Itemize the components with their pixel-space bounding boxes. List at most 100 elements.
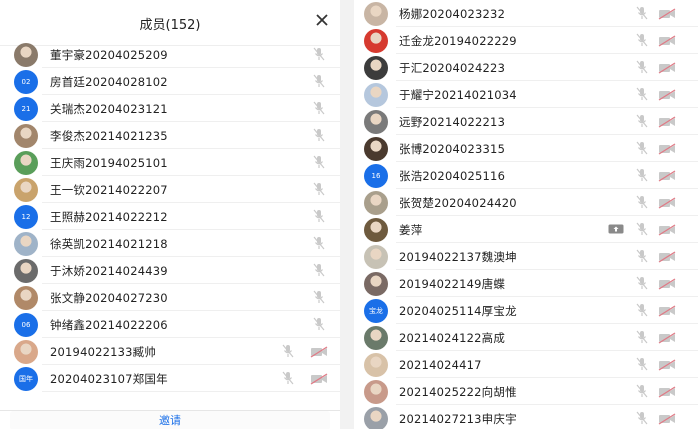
mic-muted-icon[interactable]	[636, 384, 648, 398]
mic-muted-icon[interactable]	[636, 303, 648, 317]
camera-off-icon[interactable]	[658, 413, 676, 425]
camera-off-icon[interactable]	[658, 116, 676, 128]
member-row[interactable]: 12 王照赫20214022212	[0, 203, 340, 230]
mic-muted-icon[interactable]	[282, 344, 294, 358]
member-row[interactable]: 20214027213申庆宇	[354, 405, 698, 429]
member-row[interactable]: 16 张浩20204025116	[354, 162, 698, 189]
avatar	[364, 352, 388, 377]
member-name: 20214027213申庆宇	[399, 411, 517, 426]
member-row[interactable]: 徐英凯20214021218	[0, 230, 340, 257]
member-name: 李俊杰20214021235	[50, 128, 168, 143]
camera-off-icon[interactable]	[658, 62, 676, 74]
camera-off-icon[interactable]	[658, 8, 676, 20]
member-row[interactable]: 董宇豪20204025209	[0, 41, 340, 68]
member-row[interactable]: 张文静20204027230	[0, 284, 340, 311]
camera-off-icon[interactable]	[658, 197, 676, 209]
member-row[interactable]: 迁金龙20194022229	[354, 27, 698, 54]
camera-off-icon[interactable]	[658, 170, 676, 182]
camera-off-icon[interactable]	[658, 359, 676, 371]
member-row[interactable]: 20214025222向胡惟	[354, 378, 698, 405]
mic-muted-icon[interactable]	[313, 128, 325, 142]
mic-muted-icon[interactable]	[636, 330, 648, 344]
mic-muted-icon[interactable]	[313, 155, 325, 169]
member-row[interactable]: 06 钟绪鑫20214022206	[0, 311, 340, 338]
mic-muted-icon[interactable]	[636, 168, 648, 182]
member-name: 于汇20204024223	[399, 60, 506, 75]
member-name: 董宇豪20204025209	[50, 47, 168, 62]
member-row[interactable]: 于耀宁20214021034	[354, 81, 698, 108]
member-row[interactable]: 20194022133臧帅	[0, 338, 340, 365]
member-row[interactable]: 王庆雨20194025101	[0, 149, 340, 176]
avatar-badge: 12	[14, 204, 38, 229]
mic-muted-icon[interactable]	[313, 74, 325, 88]
camera-off-icon[interactable]	[658, 224, 676, 236]
member-name: 迁金龙20194022229	[399, 33, 517, 48]
avatar	[14, 123, 38, 148]
mic-muted-icon[interactable]	[636, 6, 648, 20]
mic-muted-icon[interactable]	[636, 114, 648, 128]
mic-muted-icon[interactable]	[636, 60, 648, 74]
member-row[interactable]: 张贺楚20204024420	[354, 189, 698, 216]
camera-off-icon[interactable]	[658, 278, 676, 290]
camera-off-icon[interactable]	[658, 35, 676, 47]
avatar	[364, 82, 388, 107]
camera-off-icon[interactable]	[310, 346, 328, 358]
mic-muted-icon[interactable]	[636, 141, 648, 155]
mic-muted-icon[interactable]	[313, 182, 325, 196]
mic-muted-icon[interactable]	[636, 195, 648, 209]
member-row[interactable]: 于沐娇20214024439	[0, 257, 340, 284]
camera-off-icon[interactable]	[658, 305, 676, 317]
member-row[interactable]: 王一钦20214022207	[0, 176, 340, 203]
camera-off-icon[interactable]	[658, 89, 676, 101]
mic-muted-icon[interactable]	[313, 47, 325, 61]
member-name: 房首廷20204028102	[50, 74, 168, 89]
avatar	[364, 406, 388, 429]
camera-off-icon[interactable]	[658, 332, 676, 344]
avatar	[364, 109, 388, 134]
member-name: 20214024122高成	[399, 330, 506, 345]
member-row[interactable]: 姜萍	[354, 216, 698, 243]
mic-muted-icon[interactable]	[313, 101, 325, 115]
member-row[interactable]: 21 关瑞杰20204023121	[0, 95, 340, 122]
mic-muted-icon[interactable]	[636, 249, 648, 263]
invite-button[interactable]: 邀请	[10, 411, 330, 429]
member-row[interactable]: 李俊杰20214021235	[0, 122, 340, 149]
mic-muted-icon[interactable]	[313, 290, 325, 304]
member-row[interactable]: 远野20214022213	[354, 108, 698, 135]
camera-off-icon[interactable]	[658, 143, 676, 155]
mic-muted-icon[interactable]	[636, 33, 648, 47]
mic-muted-icon[interactable]	[282, 371, 294, 385]
mic-muted-icon[interactable]	[313, 209, 325, 223]
mic-muted-icon[interactable]	[636, 276, 648, 290]
mic-muted-icon[interactable]	[636, 87, 648, 101]
mic-muted-icon[interactable]	[636, 357, 648, 371]
mic-muted-icon[interactable]	[636, 222, 648, 236]
member-name: 于沐娇20214024439	[50, 263, 168, 278]
member-name: 于耀宁20214021034	[399, 87, 517, 102]
screen-share-icon[interactable]	[608, 224, 624, 234]
camera-off-icon[interactable]	[310, 373, 328, 385]
member-name: 张浩20204025116	[399, 168, 506, 183]
member-name: 姜萍	[399, 222, 423, 237]
mic-muted-icon[interactable]	[636, 411, 648, 425]
avatar-badge: 06	[14, 312, 38, 337]
member-row[interactable]: 于汇20204024223	[354, 54, 698, 81]
member-row[interactable]: 宝龙 20204025114厚宝龙	[354, 297, 698, 324]
mic-muted-icon[interactable]	[313, 317, 325, 331]
camera-off-icon[interactable]	[658, 386, 676, 398]
member-row[interactable]: 02 房首廷20204028102	[0, 68, 340, 95]
member-row[interactable]: 国年 20204023107郑国年	[0, 365, 340, 392]
members-panel-left: 成员(152) 董宇豪20204025209 02 房首廷20204028102 21…	[0, 0, 340, 429]
mic-muted-icon[interactable]	[313, 236, 325, 250]
close-icon[interactable]	[314, 12, 330, 28]
member-row[interactable]: 20194022149唐蝶	[354, 270, 698, 297]
member-row[interactable]: 20214024122高成	[354, 324, 698, 351]
member-row[interactable]: 张博20204023315	[354, 135, 698, 162]
member-name: 20194022137魏澳坤	[399, 249, 517, 264]
camera-off-icon[interactable]	[658, 251, 676, 263]
member-row[interactable]: 20214024417	[354, 351, 698, 378]
member-row[interactable]: 20194022137魏澳坤	[354, 243, 698, 270]
mic-muted-icon[interactable]	[313, 263, 325, 277]
row-divider	[42, 391, 340, 392]
member-row[interactable]: 杨娜20204023232	[354, 0, 698, 27]
